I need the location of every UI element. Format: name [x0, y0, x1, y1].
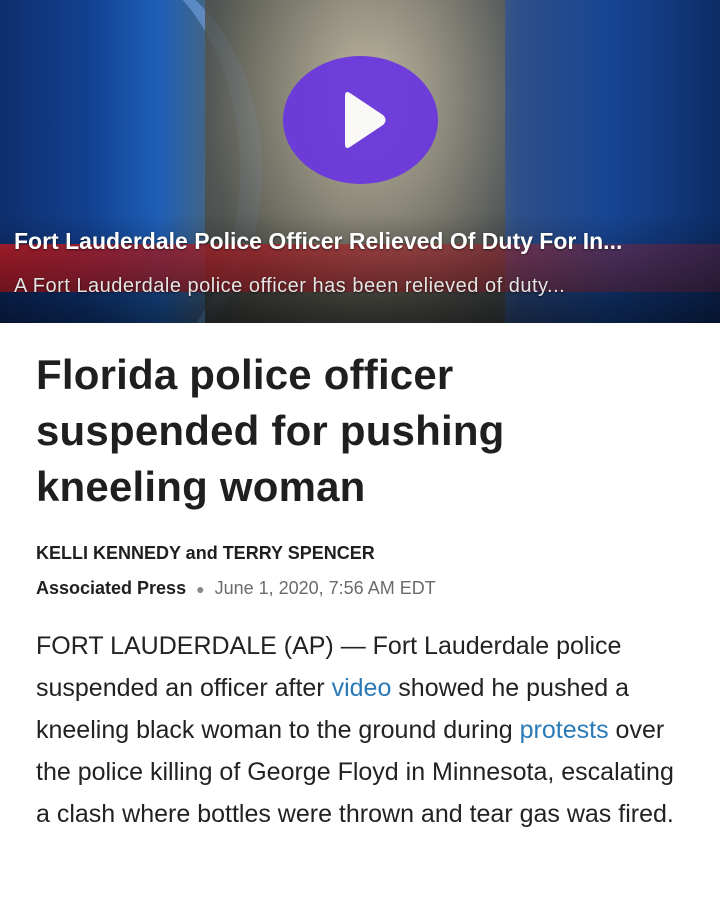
article-headline: Florida police officer suspended for pus…: [36, 347, 684, 515]
article-byline: KELLI KENNEDY and TERRY SPENCER: [36, 543, 375, 563]
video-description: A Fort Lauderdale police officer has bee…: [14, 275, 566, 297]
video-title[interactable]: Fort Lauderdale Police Officer Relieved …: [14, 228, 708, 255]
article-body: FORT LAUDERDALE (AP) — Fort Lauderdale p…: [36, 625, 684, 835]
article-meta: Associated Press ● June 1, 2020, 7:56 AM…: [36, 578, 684, 599]
separator-dot-icon: ●: [196, 580, 205, 597]
play-icon: [345, 92, 386, 148]
article-date: June 1, 2020, 7:56 AM EDT: [214, 578, 436, 598]
video-link[interactable]: video: [332, 674, 392, 702]
protests-link[interactable]: protests: [520, 716, 609, 744]
video-player[interactable]: Fort Lauderdale Police Officer Relieved …: [0, 0, 720, 323]
headline-line: kneeling woman: [36, 463, 366, 510]
headline-line: suspended for pushing: [36, 407, 505, 454]
article-source: Associated Press: [36, 578, 187, 598]
play-button[interactable]: [283, 56, 438, 184]
headline-line: Florida police officer: [36, 351, 454, 398]
article: Florida police officer suspended for pus…: [0, 347, 720, 835]
